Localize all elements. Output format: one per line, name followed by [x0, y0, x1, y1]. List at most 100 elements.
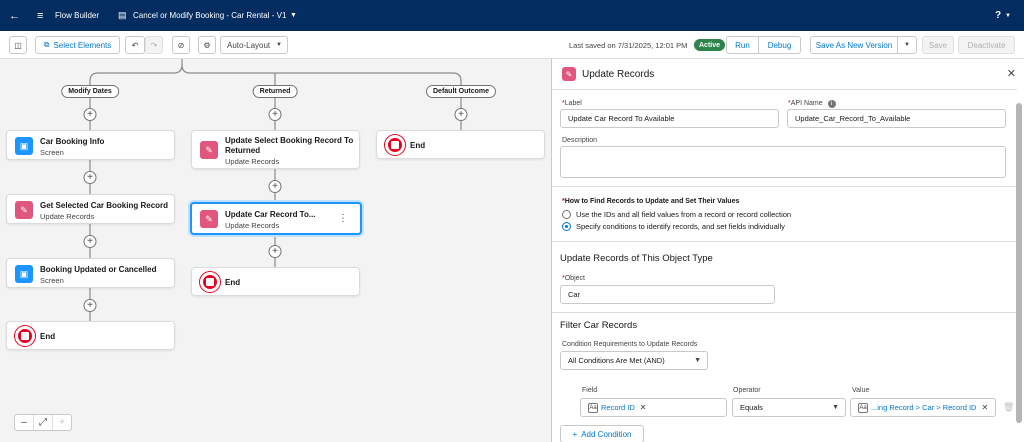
node-title: End	[225, 278, 241, 287]
flow-canvas[interactable]: Modify Dates Returned Default Outcome + …	[0, 59, 551, 442]
condition-requirements-select[interactable]: All Conditions Are Met (AND) ▼	[560, 351, 708, 370]
flow-node-end[interactable]: End	[376, 130, 545, 159]
branch-label-modify-dates[interactable]: Modify Dates	[61, 85, 119, 98]
record-field-icon: Aa	[858, 402, 868, 413]
chevron-down-icon: ▼	[904, 42, 910, 48]
toggle-panel-button[interactable]: ◫	[9, 36, 27, 54]
plus-icon: +	[572, 429, 578, 439]
help-chevron-icon[interactable]: ▼	[1005, 0, 1011, 31]
select-elements-icon: ⧉	[43, 40, 50, 49]
back-arrow-icon[interactable]: ←	[9, 0, 20, 31]
end-icon	[15, 326, 35, 346]
layout-select[interactable]: Auto-Layout ▼	[220, 36, 288, 54]
remove-pill-icon[interactable]: ✕	[640, 403, 647, 412]
operator-column-label: Operator	[733, 387, 761, 394]
delete-condition-icon[interactable]: 🗑	[1003, 402, 1014, 413]
undo-button[interactable]: ↶	[125, 36, 145, 54]
value-input[interactable]: Aa ...ing Record > Car > Record ID ✕	[850, 398, 996, 417]
save-options-button[interactable]: ▼	[897, 36, 917, 54]
add-element-button[interactable]: +	[268, 180, 282, 193]
remove-pill-icon[interactable]: ✕	[981, 403, 988, 412]
node-menu-icon[interactable]: ⋮	[338, 213, 348, 224]
flow-file-icon: ▤	[118, 10, 127, 20]
add-element-button[interactable]: +	[83, 235, 97, 248]
update-records-icon: ✎	[200, 210, 218, 228]
divider	[552, 186, 1017, 187]
add-element-button[interactable]: +	[83, 299, 97, 312]
zoom-out-button[interactable]: –	[15, 415, 34, 430]
flow-node-get-selected-car-booking-record[interactable]: ✎ Get Selected Car Booking Record Update…	[6, 194, 175, 224]
prohibit-icon: ⊘	[177, 40, 185, 50]
record-field-icon: Aa	[588, 402, 598, 413]
flow-node-car-booking-info[interactable]: ▣ Car Booking Info Screen	[6, 130, 175, 160]
redo-button[interactable]: ↷	[145, 36, 163, 54]
layout-select-value: Auto-Layout	[227, 40, 271, 50]
flow-node-end[interactable]: End	[191, 267, 360, 296]
divider	[552, 89, 1017, 90]
last-saved-text: Last saved on 7/31/2025, 12:01 PM	[569, 41, 688, 50]
flow-name[interactable]: Cancel or Modify Booking - Car Rental - …	[133, 0, 286, 31]
chevron-down-icon: ▼	[694, 357, 701, 364]
property-panel: ✎ Update Records ✕ *Label Update Car Rec…	[551, 59, 1024, 442]
update-records-icon: ✎	[562, 67, 576, 81]
condition-requirements-value: All Conditions Are Met (AND)	[568, 356, 665, 365]
select-elements-button[interactable]: ⧉ Select Elements	[35, 36, 120, 54]
debug-button[interactable]: Debug	[758, 36, 801, 54]
field-column-label: Field	[582, 387, 598, 394]
node-type: Update Records	[225, 221, 280, 230]
flow-node-booking-updated-or-cancelled[interactable]: ▣ Booking Updated or Cancelled Screen	[6, 258, 175, 288]
settings-button[interactable]: ⚙	[198, 36, 216, 54]
branch-label-default-outcome[interactable]: Default Outcome	[425, 85, 497, 98]
panel-scrollbar[interactable]	[1016, 103, 1022, 423]
cancel-run-button[interactable]: ⊘	[172, 36, 190, 54]
help-icon[interactable]: ?	[995, 0, 1001, 31]
description-textarea[interactable]	[560, 146, 1006, 178]
radio-use-ids[interactable]: Use the IDs and all field values from a …	[562, 210, 791, 219]
close-icon[interactable]: ✕	[1007, 67, 1016, 80]
node-title: Booking Updated or Cancelled	[40, 265, 157, 274]
add-element-button[interactable]: +	[454, 108, 468, 121]
node-title: Car Booking Info	[40, 137, 105, 146]
end-icon	[385, 135, 405, 155]
node-title: Get Selected Car Booking Record	[40, 201, 169, 210]
chevron-down-icon: ▼	[276, 42, 282, 48]
run-button[interactable]: Run	[726, 36, 759, 54]
screen-icon: ▣	[15, 265, 33, 283]
operator-select[interactable]: Equals ▼	[732, 398, 846, 417]
node-type: Update Records	[40, 212, 95, 221]
add-element-button[interactable]: +	[83, 108, 97, 121]
top-bar: ← ≡ Flow Builder ▤ Cancel or Modify Book…	[0, 0, 1024, 31]
branch-label-returned[interactable]: Returned	[252, 85, 298, 98]
node-title: End	[410, 141, 426, 150]
field-input[interactable]: Aa Record ID ✕	[580, 398, 727, 417]
field-pill[interactable]: Aa Record ID ✕	[588, 402, 647, 413]
zoom-in-button[interactable]: +	[53, 415, 71, 430]
flow-node-update-select-booking-record-to-returned[interactable]: ✎ Update Select Booking Record To Return…	[191, 130, 360, 169]
flow-node-update-car-record-selected[interactable]: ✎ Update Car Record To... Update Records…	[190, 202, 362, 235]
filter-section-header: Filter Car Records	[560, 320, 638, 331]
radio-unselected[interactable]	[562, 210, 571, 219]
value-column-label: Value	[852, 387, 870, 394]
object-section-header: Update Records of This Object Type	[560, 253, 713, 264]
flow-node-end[interactable]: End	[6, 321, 175, 350]
add-condition-button[interactable]: + Add Condition	[560, 425, 644, 442]
flow-menu-chevron-icon[interactable]: ▼	[290, 0, 297, 31]
scrollbar-thumb[interactable]	[1016, 103, 1022, 423]
radio-selected[interactable]	[562, 222, 571, 231]
add-element-button[interactable]: +	[268, 108, 282, 121]
label-input[interactable]: Update Car Record To Available	[560, 109, 779, 128]
add-element-button[interactable]: +	[268, 245, 282, 258]
object-input[interactable]: Car	[560, 285, 775, 304]
save-as-new-version-button[interactable]: Save As New Version	[810, 36, 898, 54]
value-pill[interactable]: Aa ...ing Record > Car > Record ID ✕	[858, 402, 988, 413]
label-field-label: *Label	[562, 100, 582, 107]
radio-specify-conditions[interactable]: Specify conditions to identify records, …	[562, 222, 785, 231]
fit-view-button[interactable]: ⤢	[34, 415, 53, 430]
save-button[interactable]: Save	[922, 36, 954, 54]
deactivate-button[interactable]: Deactivate	[958, 36, 1015, 54]
info-icon[interactable]: i	[827, 100, 836, 108]
api-name-input[interactable]: Update_Car_Record_To_Available	[787, 109, 1006, 128]
add-element-button[interactable]: +	[83, 171, 97, 184]
panel-header: ✎ Update Records	[562, 67, 654, 81]
node-title: Update Car Record To...	[225, 210, 316, 219]
